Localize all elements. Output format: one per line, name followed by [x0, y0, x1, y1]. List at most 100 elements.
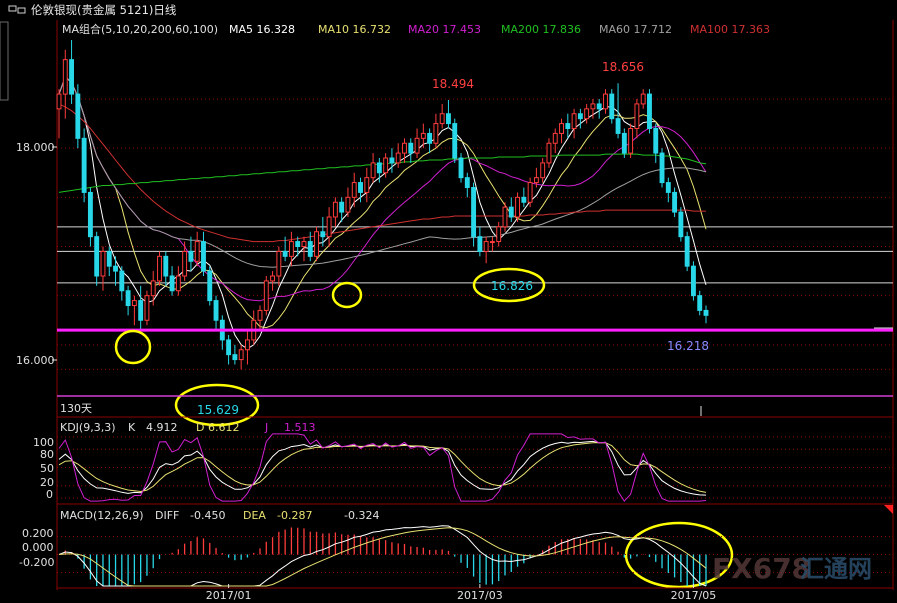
candle-body: [201, 241, 206, 272]
kdj-k-line: [58, 440, 707, 496]
candle-body: [546, 142, 552, 164]
low-label-3: 16.218: [667, 339, 709, 353]
ma-group-label: MA组合(5,10,20,200,60,100): [62, 22, 218, 36]
macd-y-tick-pos: 0.200: [22, 527, 54, 540]
ma-legend-ma5: MA5 16.328: [229, 23, 295, 36]
high-label-2: 18.656: [602, 60, 644, 74]
kdj-d-line: [58, 442, 707, 493]
ma-legend-ma100: MA100 17.363: [690, 23, 770, 36]
candle-body: [427, 132, 433, 144]
candle-body: [383, 157, 389, 174]
candle-body: [521, 196, 527, 203]
candle-body: [489, 241, 495, 244]
candle-body: [263, 280, 269, 311]
kdj-k-label: K: [128, 421, 136, 434]
candle-body: [590, 103, 596, 110]
candle-body: [150, 280, 156, 297]
candle-body: [621, 132, 627, 154]
candle-body: [672, 191, 678, 213]
candle-body: [326, 216, 332, 238]
candle-body: [420, 132, 426, 139]
candle-body: [75, 93, 81, 139]
ma-line-ma20: [58, 76, 707, 302]
macd-hist-value: -0.324: [344, 509, 379, 522]
macd-label: MACD(12,26,9): [60, 509, 144, 522]
low-label-1: 15.629: [197, 403, 239, 417]
candle-body: [232, 354, 238, 361]
candle-body: [439, 113, 445, 125]
candle-body: [452, 123, 458, 159]
candle-body: [640, 93, 646, 105]
candle-body: [339, 201, 345, 213]
candle-body: [87, 191, 93, 238]
candle-body: [276, 250, 282, 277]
candle-body: [194, 241, 200, 262]
macd-dea-value: -0.287: [277, 509, 312, 522]
candle-body: [257, 309, 263, 321]
candles: [56, 40, 709, 370]
kdj-grid: [57, 436, 893, 499]
candle-body: [207, 270, 213, 302]
candle-body: [364, 177, 370, 193]
watermark-text: FX678: [712, 552, 811, 585]
x-tick-label-2: 2017/05: [671, 589, 717, 602]
macd-diff-value: -0.450: [190, 509, 225, 522]
x-tick-label-1: 2017/03: [457, 589, 503, 602]
ma-legend-ma20: MA20 17.453: [408, 23, 481, 36]
candle-body: [402, 142, 407, 154]
candle-body: [533, 177, 539, 184]
candle-body: [301, 241, 307, 247]
candle-body: [603, 93, 608, 110]
candle-body: [295, 241, 301, 247]
candle-body: [226, 339, 232, 356]
candle-body: [609, 93, 615, 120]
kdj-y-tick-0: 0: [46, 488, 53, 501]
macd-y-tick-zero: 0.000: [22, 541, 54, 554]
candle-body: [502, 206, 508, 228]
kdj-lines: [58, 433, 707, 502]
candle-body: [238, 349, 244, 361]
candle-body: [659, 152, 665, 184]
ma-line-ma5: [58, 76, 707, 350]
candle-body: [515, 196, 521, 218]
period-label: 130天: [60, 402, 92, 415]
candle-body: [345, 196, 351, 213]
window-title: 伦敦银现(贵金属 5121)日线: [31, 3, 177, 17]
corner-marker: [884, 505, 893, 514]
price-y-tick-18: 18.000: [16, 141, 55, 154]
ma-legend-ma10: MA10 16.732: [318, 23, 391, 36]
candle-body: [351, 182, 357, 198]
macd-y-tick-neg: -0.200: [19, 556, 54, 569]
macd-dea-label: DEA: [243, 509, 266, 522]
macd-lines: [58, 525, 707, 587]
x-axis-ticks: 2017/01 2017/03 2017/05: [206, 584, 717, 602]
candle-body: [376, 162, 382, 174]
macd-diff-label: DIFF: [155, 509, 179, 522]
candle-body: [389, 157, 395, 164]
candle-body: [314, 231, 319, 257]
candle-body: [332, 201, 338, 218]
macd-histogram: [64, 527, 707, 586]
low-label-2: 16.826: [491, 279, 533, 293]
candle-body: [307, 241, 313, 257]
candle-body: [483, 241, 489, 252]
candle-body: [62, 59, 68, 95]
candle-body: [665, 182, 671, 193]
kdj-label: KDJ(9,3,3): [60, 421, 116, 434]
kdj-y-tick-50: 50: [40, 462, 54, 475]
kdj-j-value: 1.513: [284, 421, 316, 434]
candle-body: [119, 270, 125, 292]
kdj-y-tick-80: 80: [40, 448, 54, 461]
candle-body: [244, 339, 250, 351]
ma-legend-ma60: MA60 17.712: [599, 23, 672, 36]
ma-lines: [58, 76, 707, 350]
candle-body: [144, 295, 150, 321]
candle-body: [628, 128, 634, 154]
candle-body: [69, 59, 75, 95]
kdj-j-label: J: [264, 421, 268, 434]
candle-body: [446, 113, 451, 125]
ma-line-ma100: [58, 103, 706, 243]
candle-body: [188, 250, 194, 262]
candle-body: [565, 123, 571, 130]
chart-canvas: 伦敦银现(贵金属 5121)日线 MA组合(5,10,20,200,60,100…: [0, 0, 897, 603]
